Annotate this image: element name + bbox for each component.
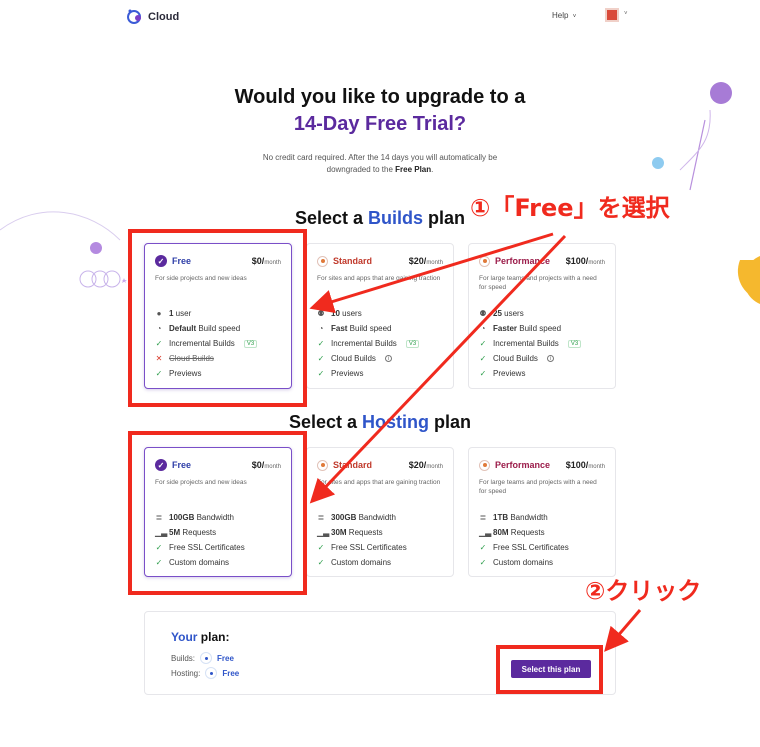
annotation-arrows (309, 232, 642, 652)
arrow-to-hosting-free (309, 234, 567, 504)
annotation-step1-label: ①「Free」を選択 (470, 194, 670, 222)
annotation-step2-label: ②クリック (585, 577, 702, 605)
arrow-to-select-button (604, 609, 642, 652)
arrow-to-builds-free (309, 232, 554, 314)
